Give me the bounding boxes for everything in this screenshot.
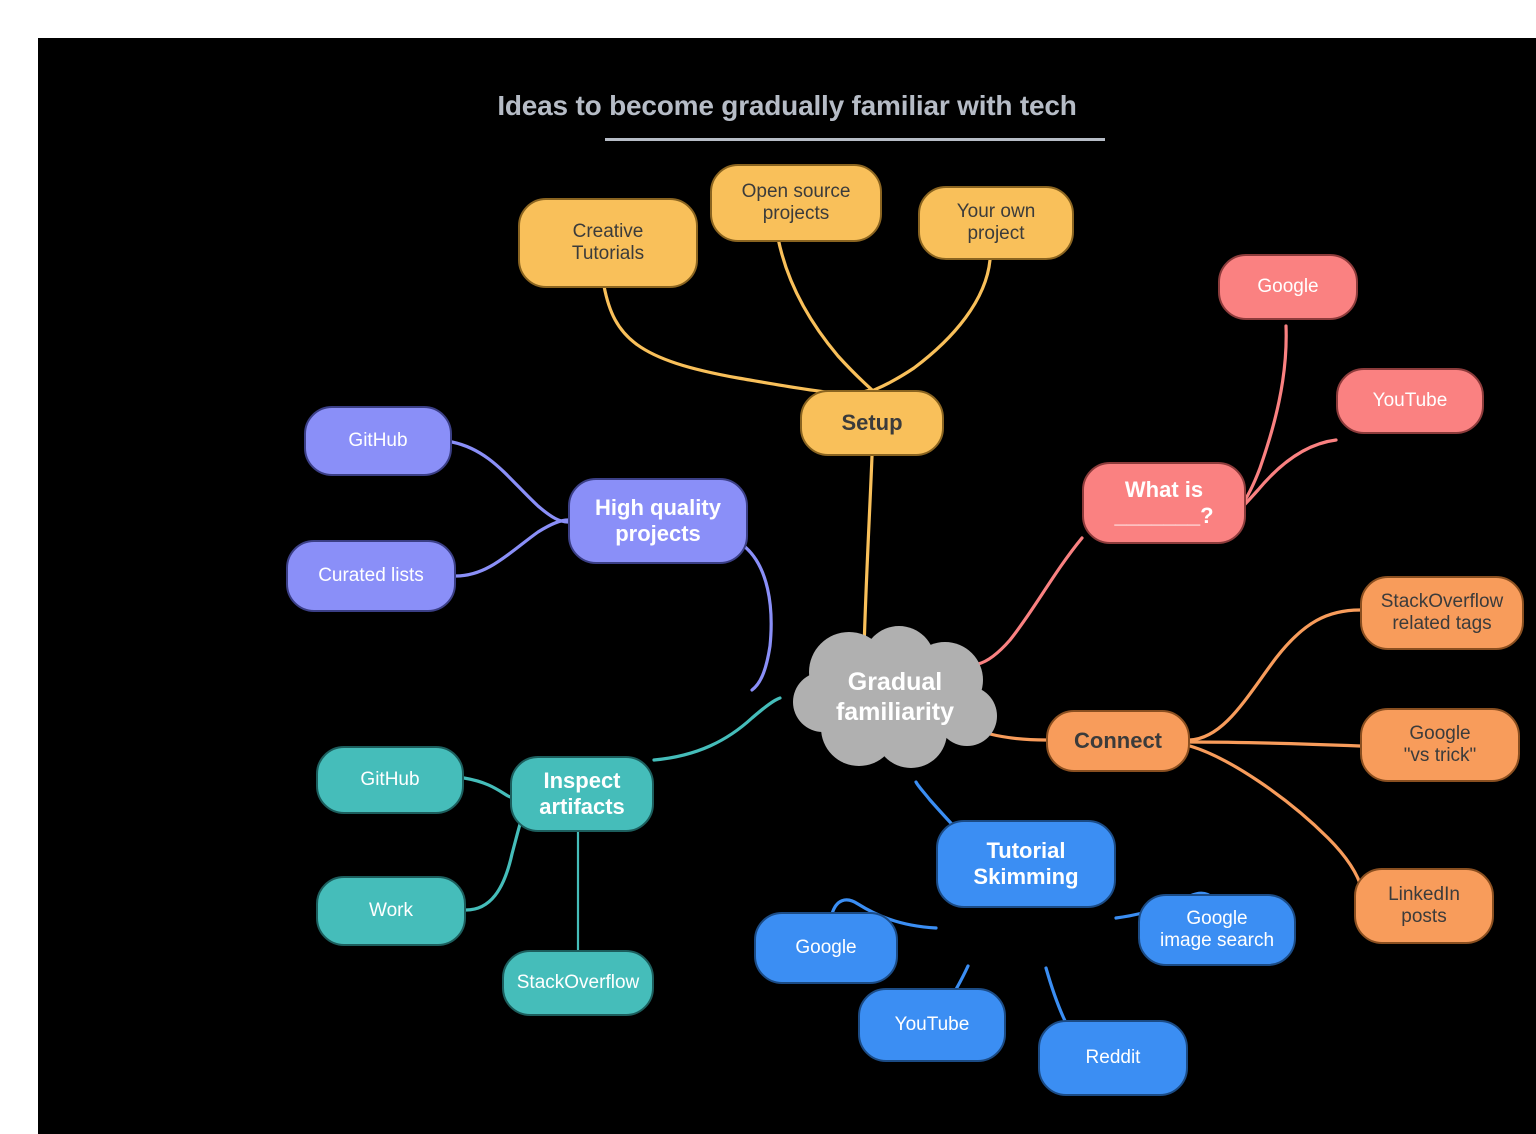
node-linkedin-posts[interactable]: LinkedIn posts <box>1354 868 1494 944</box>
node-tutorial-skimming[interactable]: Tutorial Skimming <box>936 820 1116 908</box>
node-high-quality-projects-label: High quality projects <box>595 495 721 546</box>
edge-curated-lists-hq <box>454 518 570 578</box>
edge-connect-so-tags <box>1188 608 1362 742</box>
node-your-own-project[interactable]: Your own project <box>918 186 1074 260</box>
mindmap-canvas: Ideas to become gradually familiar with … <box>38 38 1536 1134</box>
node-linkedin-posts-label: LinkedIn posts <box>1388 883 1460 927</box>
edge-connect-linkedin <box>1188 744 1366 906</box>
node-reddit-skim[interactable]: Reddit <box>1038 1020 1188 1096</box>
edge-creative-tutorials-setup <box>602 284 872 395</box>
node-reddit-skim-label: Reddit <box>1085 1046 1141 1068</box>
node-open-source-projects[interactable]: Open source projects <box>710 164 882 242</box>
node-stackoverflow-inspect[interactable]: StackOverflow <box>502 950 654 1016</box>
node-inspect-artifacts-label: Inspect artifacts <box>539 768 625 819</box>
node-what-is[interactable]: What is _______? <box>1082 462 1246 544</box>
node-inspect-artifacts[interactable]: Inspect artifacts <box>510 756 654 832</box>
node-google-skim-label: Google <box>795 936 857 958</box>
mindmap-page: Ideas to become gradually familiar with … <box>0 0 1536 1134</box>
node-connect-label: Connect <box>1074 728 1162 754</box>
page-title-underline <box>605 138 1105 141</box>
node-curated-lists-label: Curated lists <box>318 564 424 586</box>
node-creative-tutorials-label: Creative Tutorials <box>571 220 645 264</box>
node-youtube-whatis-label: YouTube <box>1372 389 1448 411</box>
node-open-source-projects-label: Open source projects <box>741 180 851 224</box>
node-setup-label: Setup <box>841 410 903 436</box>
node-google-whatis[interactable]: Google <box>1218 254 1358 320</box>
node-github-high-quality-label: GitHub <box>348 429 408 451</box>
node-google-skim[interactable]: Google <box>754 912 898 984</box>
node-stackoverflow-related-tags-label: StackOverflow related tags <box>1380 590 1504 634</box>
node-curated-lists[interactable]: Curated lists <box>286 540 456 612</box>
edge-github-hq <box>450 440 570 524</box>
page-title: Ideas to become gradually familiar with … <box>38 90 1536 141</box>
node-high-quality-projects[interactable]: High quality projects <box>568 478 748 564</box>
node-creative-tutorials[interactable]: Creative Tutorials <box>518 198 698 288</box>
node-stackoverflow-related-tags[interactable]: StackOverflow related tags <box>1360 576 1524 650</box>
node-work-label: Work <box>369 899 413 921</box>
node-google-whatis-label: Google <box>1257 275 1319 297</box>
node-github-high-quality[interactable]: GitHub <box>304 406 452 476</box>
node-work[interactable]: Work <box>316 876 466 946</box>
edge-setup-center <box>862 454 874 652</box>
node-google-vs-trick-label: Google "vs trick" <box>1403 722 1477 766</box>
page-title-text: Ideas to become gradually familiar with … <box>497 90 1077 121</box>
edge-open-source-setup <box>776 236 874 392</box>
node-youtube-skim-label: YouTube <box>894 1013 970 1035</box>
node-youtube-skim[interactable]: YouTube <box>858 988 1006 1062</box>
node-setup[interactable]: Setup <box>800 390 944 456</box>
edge-inspect-center <box>652 696 782 762</box>
edge-your-own-project-setup <box>872 258 992 392</box>
node-google-image-search-label: Google image search <box>1159 907 1275 951</box>
edge-connect-google-vs <box>1188 740 1362 748</box>
node-connect[interactable]: Connect <box>1046 710 1190 772</box>
node-github-inspect-label: GitHub <box>360 768 420 790</box>
node-youtube-whatis[interactable]: YouTube <box>1336 368 1484 434</box>
node-your-own-project-label: Your own project <box>956 200 1036 244</box>
edge-hq-center <box>742 544 773 692</box>
center-node-label: Gradual familiarity <box>835 668 955 726</box>
node-tutorial-skimming-label: Tutorial Skimming <box>973 838 1079 889</box>
node-google-image-search[interactable]: Google image search <box>1138 894 1296 966</box>
node-google-vs-trick[interactable]: Google "vs trick" <box>1360 708 1520 782</box>
center-node-cloud[interactable]: Gradual familiarity <box>787 624 1003 770</box>
node-github-inspect[interactable]: GitHub <box>316 746 464 814</box>
node-what-is-label: What is _______? <box>1114 477 1214 528</box>
node-stackoverflow-inspect-label: StackOverflow <box>516 971 640 993</box>
